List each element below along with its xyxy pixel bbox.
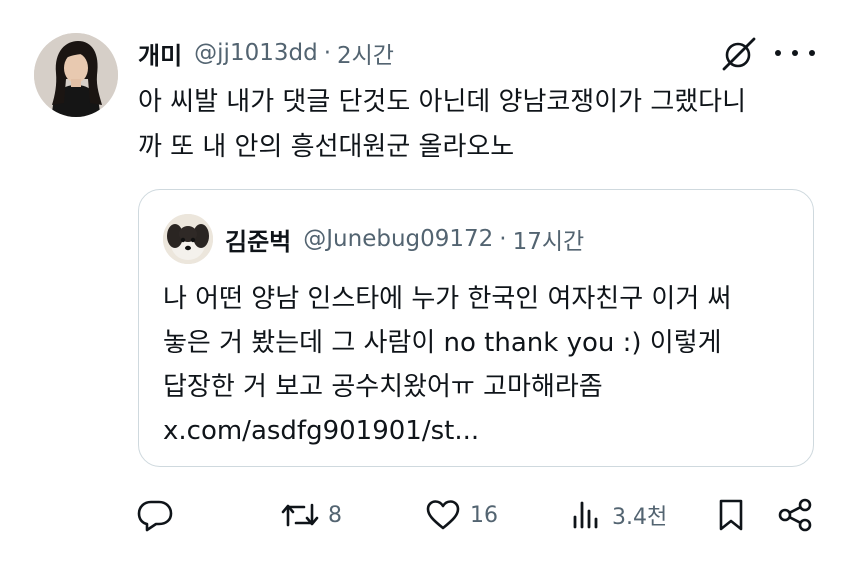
author-name[interactable]: 개미: [138, 36, 182, 71]
tweet-text-line: 까 또 내 안의 흥선대원군 올라오노: [138, 132, 515, 162]
quoted-text-line: 답장한 거 보고 공수치왔어ㅠ 고마해라좀: [163, 372, 603, 402]
tweet-text-line: 아 씨발 내가 댓글 단것도 아닌데 양남코쟁이가 그랬다니: [138, 87, 747, 117]
bookmark-button[interactable]: [714, 492, 748, 538]
author-handle[interactable]: @jj1013dd: [194, 40, 318, 66]
retweet-icon: [280, 497, 320, 533]
share-button[interactable]: [776, 492, 814, 538]
tweet-timestamp[interactable]: 2시간: [337, 36, 394, 70]
tweet-header: 개미 @jj1013dd · 2시간: [138, 36, 394, 70]
like-button[interactable]: 16: [424, 492, 498, 538]
quoted-text-line: 나 어떤 양남 인스타에 누가 한국인 여자친구 이거 써: [163, 284, 732, 314]
retweet-button[interactable]: 8: [280, 492, 342, 538]
more-icon[interactable]: [775, 38, 815, 68]
quoted-author-avatar[interactable]: [163, 214, 213, 264]
views-icon: [570, 497, 604, 533]
quoted-tweet-card[interactable]: 김준벅 @Junebug09172 · 17시간 나 어떤 양남 인스타에 누가…: [138, 189, 814, 467]
quoted-tweet-timestamp: 17시간: [512, 229, 585, 255]
tweet-text: 아 씨발 내가 댓글 단것도 아닌데 양남코쟁이가 그랬다니 까 또 내 안의 …: [138, 80, 828, 170]
like-icon: [424, 497, 462, 533]
quoted-text-line: 놓은 거 봤는데 그 사람이 no thank you :) 이렇게: [163, 328, 722, 358]
quoted-author-handle: @Junebug09172: [303, 226, 494, 252]
grok-icon[interactable]: [716, 36, 760, 72]
bookmark-icon: [714, 497, 748, 533]
reply-button[interactable]: [136, 492, 182, 538]
like-count: 16: [470, 502, 498, 528]
share-icon: [776, 497, 814, 533]
separator-dot: ·: [499, 226, 507, 252]
separator-dot: ·: [323, 40, 331, 66]
quoted-author-name: 김준벅: [225, 227, 292, 256]
quoted-tweet-text: 나 어떤 양남 인스타에 누가 한국인 여자친구 이거 써 놓은 거 봤는데 그…: [163, 277, 793, 453]
view-count: 3.4천: [612, 505, 668, 530]
quoted-tweet-header: 김준벅 @Junebug09172 · 17시간: [225, 220, 584, 258]
retweet-count: 8: [328, 502, 342, 528]
reply-icon: [136, 497, 174, 533]
views-button[interactable]: 3.4천: [570, 492, 667, 538]
quoted-text-link[interactable]: x.com/asdfg901901/st...: [163, 409, 793, 453]
author-avatar[interactable]: [34, 33, 118, 117]
action-bar: 8 16 3.4천: [0, 492, 850, 538]
